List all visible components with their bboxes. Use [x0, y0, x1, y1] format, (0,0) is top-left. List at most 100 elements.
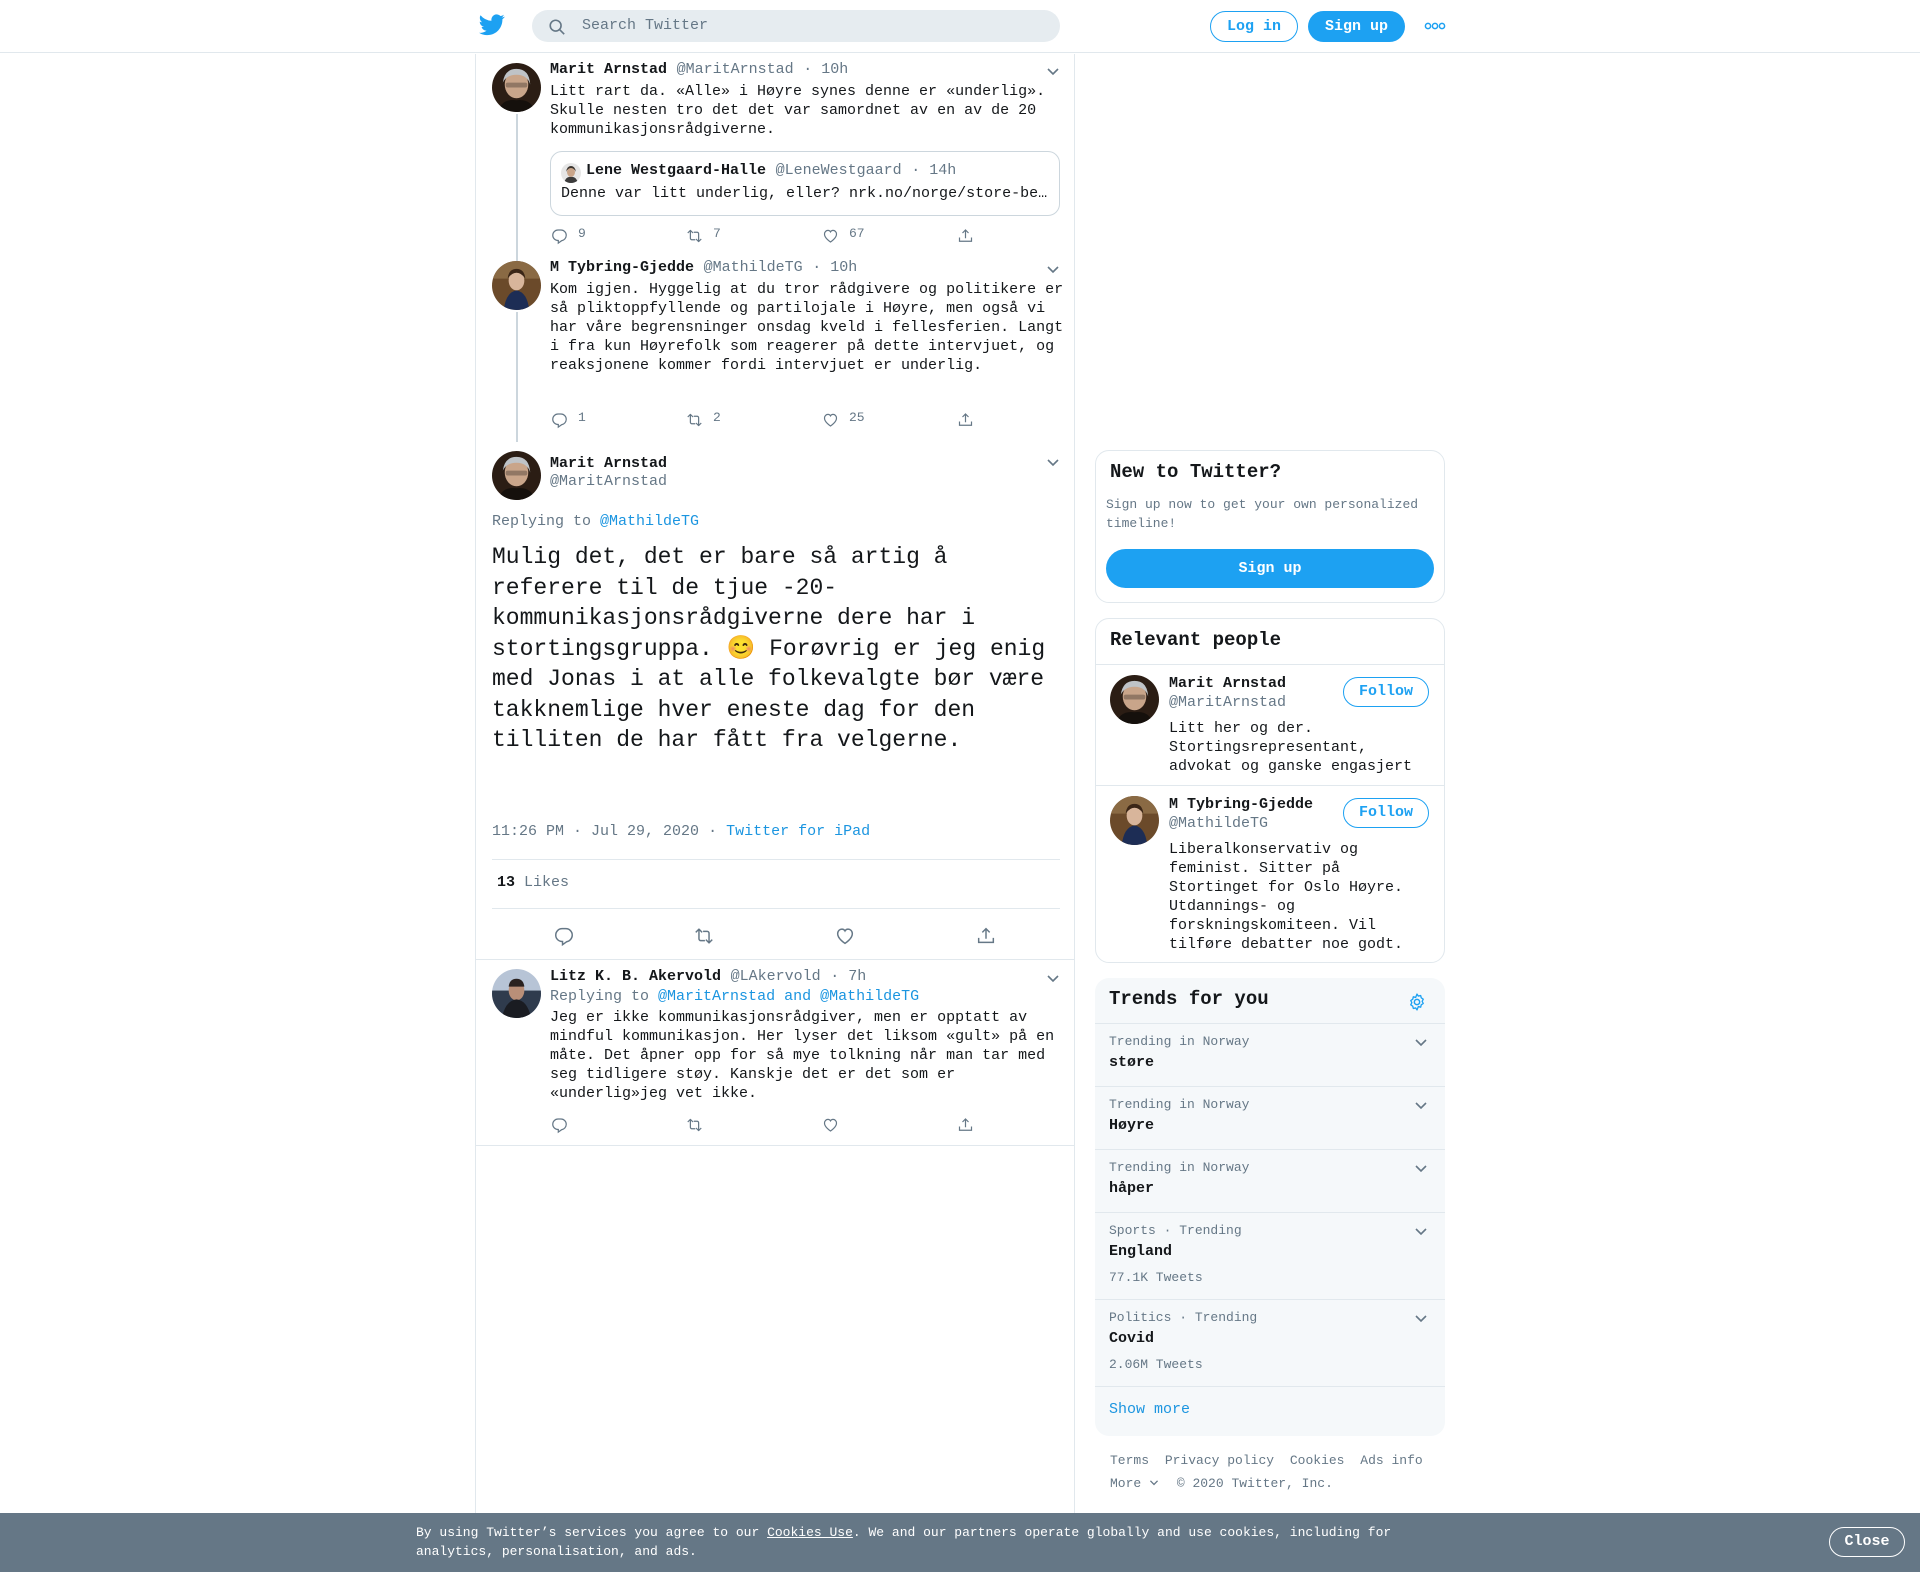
chevron-down-icon[interactable] — [1046, 265, 1060, 275]
chevron-down-icon[interactable] — [1046, 458, 1060, 468]
author-handle[interactable]: @LAkervold — [731, 968, 821, 985]
tweet-time[interactable]: · 7h — [830, 968, 866, 985]
trend-item[interactable]: Trending in Norway støre — [1095, 1023, 1445, 1086]
search-input[interactable]: Search Twitter — [582, 17, 708, 34]
chevron-down-icon[interactable] — [1414, 1101, 1428, 1111]
person-row[interactable]: Marit Arnstad @MaritArnstad Follow Litt … — [1096, 665, 1444, 785]
chevron-down-icon[interactable] — [1414, 1314, 1428, 1324]
chevron-down-icon[interactable] — [1414, 1164, 1428, 1174]
person-name[interactable]: M Tybring-Gjedde — [1169, 796, 1313, 813]
chevron-down-icon[interactable] — [1149, 1479, 1159, 1487]
retweet-icon[interactable] — [693, 925, 715, 947]
follow-button[interactable]: Follow — [1343, 798, 1429, 828]
thread-tweet[interactable]: Marit Arnstad @MaritArnstad · 10h Litt r… — [476, 54, 1074, 264]
person-bio: Liberalkonservativ og feminist. Sitter p… — [1169, 841, 1404, 953]
person-name[interactable]: Marit Arnstad — [1169, 675, 1286, 692]
avatar[interactable] — [1110, 796, 1159, 845]
twitter-bird-icon[interactable] — [479, 14, 505, 36]
share-icon[interactable] — [975, 925, 997, 947]
avatar[interactable] — [492, 63, 541, 112]
quoted-tweet-time: · 14h — [911, 162, 957, 179]
quoted-tweet[interactable]: Lene Westgaard-Halle @LeneWestgaard · 14… — [550, 151, 1060, 216]
tweet-actions: 9 7 67 — [550, 226, 1000, 246]
chevron-down-icon[interactable] — [1046, 974, 1060, 984]
tweet-source[interactable]: Twitter for iPad — [726, 823, 870, 840]
tweet-timestamp[interactable]: 11:26 PM · Jul 29, 2020 — [492, 823, 699, 840]
person-row[interactable]: M Tybring-Gjedde @MathildeTG Follow Libe… — [1096, 786, 1444, 956]
like-count: 67 — [849, 226, 865, 241]
more-icon[interactable] — [1424, 20, 1446, 32]
author-handle[interactable]: @MaritArnstad — [677, 61, 794, 78]
footer-link-ads[interactable]: Ads info — [1360, 1453, 1422, 1468]
smiling-face-emoji: 😊 — [726, 635, 756, 662]
footer-links: Terms Privacy policy Cookies Ads info — [1110, 1453, 1431, 1468]
likes-count: 13 — [497, 874, 516, 891]
footer-more-link[interactable]: More — [1110, 1476, 1141, 1491]
likes-summary[interactable]: 13 Likes — [497, 874, 569, 891]
divider — [492, 908, 1060, 909]
footer-link-privacy[interactable]: Privacy policy — [1165, 1453, 1274, 1468]
reply-count: 1 — [578, 410, 586, 425]
heart-icon — [821, 411, 840, 429]
gear-icon[interactable] — [1407, 992, 1427, 1012]
tweet-header: M Tybring-Gjedde @MathildeTG · 10h — [550, 258, 857, 276]
signup-button[interactable]: Sign up — [1308, 11, 1405, 42]
tweet-time[interactable]: · 10h — [812, 259, 857, 276]
chevron-down-icon[interactable] — [1414, 1038, 1428, 1048]
cookies-use-link[interactable]: Cookies Use — [767, 1525, 853, 1540]
person-handle[interactable]: @MaritArnstad — [1169, 694, 1286, 711]
close-button[interactable]: Close — [1829, 1527, 1905, 1557]
tweet-time[interactable]: · 10h — [803, 61, 848, 78]
replying-to-link[interactable]: @MaritArnstad and @MathildeTG — [658, 988, 919, 1005]
cookie-banner: By using Twitter’s services you agree to… — [0, 1513, 1920, 1572]
avatar[interactable] — [492, 969, 541, 1018]
replying-to-link[interactable]: @MathildeTG — [600, 513, 699, 530]
author-name[interactable]: Marit Arnstad — [550, 455, 667, 472]
heart-icon[interactable] — [834, 925, 856, 947]
avatar[interactable] — [1110, 675, 1159, 724]
trend-name: England — [1109, 1243, 1173, 1260]
replying-to: Replying to @MathildeTG — [492, 513, 699, 530]
author-name[interactable]: Litz K. B. Akervold — [550, 968, 721, 985]
tweet-text: Kom igjen. Hyggelig at du tror rådgivere… — [550, 281, 1064, 374]
footer-link-terms[interactable]: Terms — [1110, 1453, 1149, 1468]
author-name[interactable]: Marit Arnstad — [550, 61, 667, 78]
reply-icon — [550, 1116, 569, 1134]
author-handle[interactable]: @MathildeTG — [704, 259, 803, 276]
tweet-actions: 1 2 25 — [550, 410, 1000, 430]
new-to-twitter-card: New to Twitter? Sign up now to get your … — [1095, 450, 1445, 603]
avatar[interactable] — [492, 261, 541, 310]
reply-icon[interactable] — [553, 925, 575, 947]
retweet-count: 7 — [713, 226, 721, 241]
chevron-down-icon[interactable] — [1046, 67, 1060, 77]
likes-label: Likes — [524, 874, 570, 891]
trend-item[interactable]: Sports · Trending England 77.1K Tweets — [1095, 1212, 1445, 1299]
tweet-header: Marit Arnstad @MaritArnstad — [550, 455, 667, 490]
trend-category: Trending in Norway — [1109, 1160, 1250, 1175]
thread-tweet[interactable]: M Tybring-Gjedde @MathildeTG · 10h Kom i… — [476, 254, 1074, 448]
trend-category: Trending in Norway — [1109, 1034, 1250, 1049]
divider — [492, 859, 1060, 860]
search-icon — [549, 19, 565, 35]
signup-button[interactable]: Sign up — [1106, 549, 1434, 588]
author-handle[interactable]: @MaritArnstad — [550, 473, 667, 490]
copyright: © 2020 Twitter, Inc. — [1176, 1476, 1333, 1491]
show-more-link[interactable]: Show more — [1109, 1401, 1190, 1418]
chevron-down-icon[interactable] — [1414, 1227, 1428, 1237]
follow-button[interactable]: Follow — [1343, 677, 1429, 707]
cookie-text: By using Twitter’s services you agree to… — [416, 1523, 1416, 1561]
trend-item[interactable]: Politics · Trending Covid 2.06M Tweets — [1095, 1299, 1445, 1386]
search-box[interactable]: Search Twitter — [532, 10, 1060, 42]
trend-name: håper — [1109, 1180, 1155, 1197]
login-button[interactable]: Log in — [1210, 11, 1298, 42]
share-icon — [956, 411, 975, 429]
avatar[interactable] — [492, 451, 541, 500]
trend-item[interactable]: Trending in Norway Høyre — [1095, 1086, 1445, 1149]
reply-tweet[interactable]: Litz K. B. Akervold @LAkervold · 7h Repl… — [476, 961, 1074, 1146]
replying-to: Replying to @MaritArnstad and @MathildeT… — [550, 988, 919, 1005]
author-name[interactable]: M Tybring-Gjedde — [550, 259, 694, 276]
thread-line — [516, 312, 518, 442]
footer-link-cookies[interactable]: Cookies — [1290, 1453, 1345, 1468]
person-handle[interactable]: @MathildeTG — [1169, 815, 1268, 832]
trend-item[interactable]: Trending in Norway håper — [1095, 1149, 1445, 1212]
